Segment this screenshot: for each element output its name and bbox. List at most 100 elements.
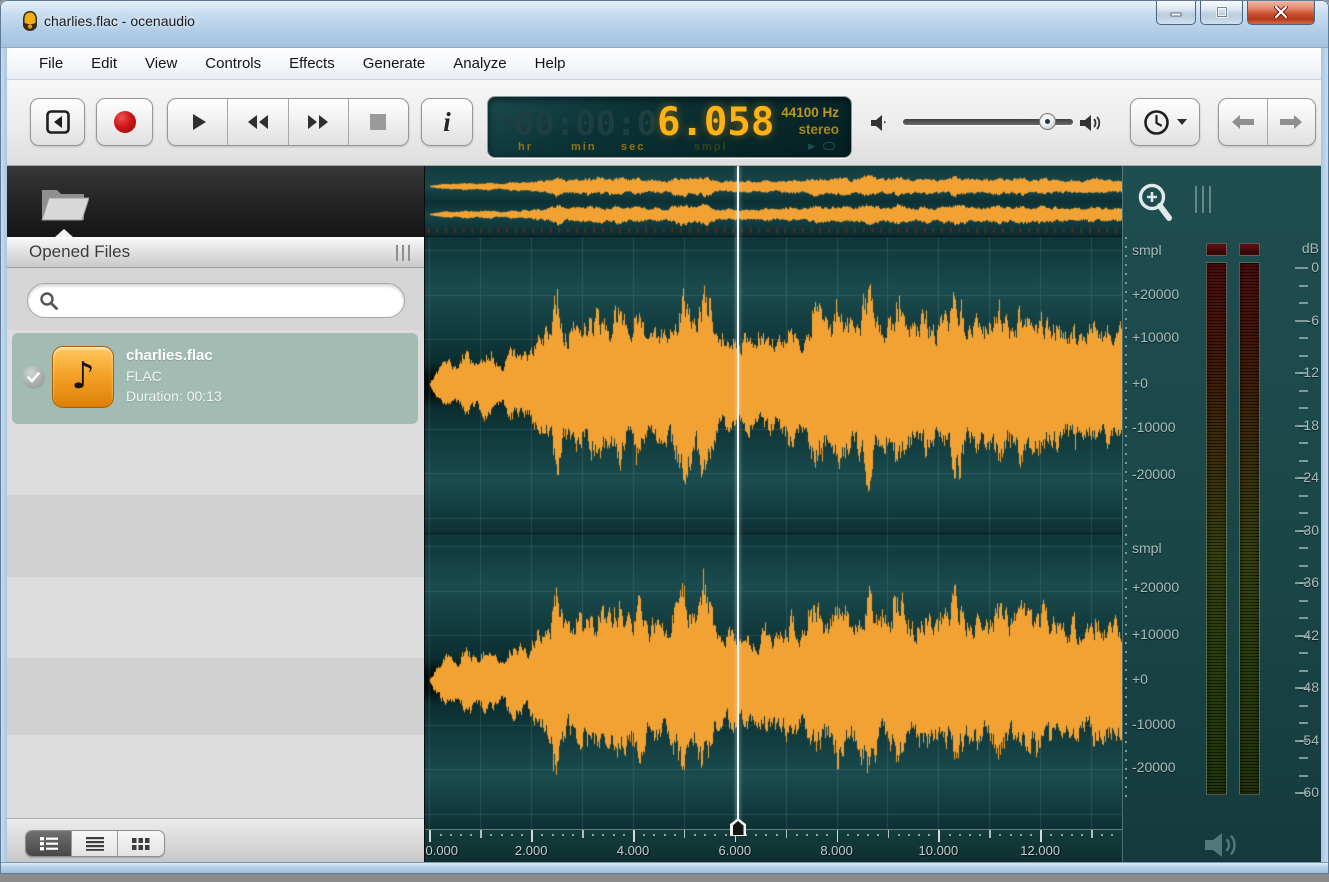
info-icon: i <box>443 107 451 138</box>
db-tick <box>1299 722 1308 724</box>
maximize-button[interactable] <box>1200 0 1243 25</box>
menu-analyze[interactable]: Analyze <box>439 48 520 79</box>
skip-to-start-button[interactable] <box>30 98 85 146</box>
close-button[interactable] <box>1247 0 1315 25</box>
nav-back-button[interactable] <box>1219 99 1268 145</box>
db-label: -6 <box>1281 312 1319 328</box>
volume-slider-knob[interactable] <box>1039 113 1056 130</box>
opened-files-list: ♪ charlies.flac FLAC Duration: 00:13 <box>7 330 424 818</box>
db-tick <box>1299 775 1308 777</box>
db-label: -54 <box>1281 732 1319 748</box>
sidebar-tab-strip <box>7 166 424 237</box>
dropdown-arrow-icon <box>1177 119 1187 125</box>
sidebar: Opened Files ♪ char <box>7 166 425 862</box>
ruler-tick <box>521 834 523 836</box>
ruler-tick <box>765 834 767 836</box>
waveform-main[interactable] <box>425 237 1122 829</box>
menu-file[interactable]: File <box>25 48 77 79</box>
window-border-bottom <box>0 862 1329 874</box>
time-ruler[interactable]: 0.0002.0004.0006.0008.00010.00012.000 <box>425 829 1122 862</box>
file-list-item[interactable]: ♪ charlies.flac FLAC Duration: 00:13 <box>12 333 418 424</box>
window-title: charlies.flac - ocenaudio <box>44 13 195 29</box>
menu-generate[interactable]: Generate <box>349 48 440 79</box>
ruler-tick <box>776 834 778 836</box>
time-dim-digits: 00:00:0 <box>514 104 657 144</box>
view-details-button[interactable] <box>26 831 72 856</box>
zoom-in-icon[interactable] <box>1135 182 1177 226</box>
file-duration: Duration: 00:13 <box>126 388 222 404</box>
ruler-tick <box>725 834 727 836</box>
menu-controls[interactable]: Controls <box>191 48 275 79</box>
menu-help[interactable]: Help <box>521 48 580 79</box>
view-grid-button[interactable] <box>118 831 164 856</box>
ruler-tick <box>888 830 890 838</box>
db-tick <box>1299 705 1308 707</box>
ruler-tick <box>969 834 971 836</box>
folder-icon[interactable] <box>39 182 89 224</box>
minimize-button[interactable] <box>1156 0 1196 25</box>
db-tick <box>1299 302 1308 304</box>
menu-edit[interactable]: Edit <box>77 48 131 79</box>
skip-to-start-icon <box>45 109 71 135</box>
volume-high-icon <box>1078 111 1106 135</box>
time-bright-digits: 6.058 <box>657 100 774 145</box>
window-border-right <box>1321 48 1329 862</box>
grid-view-icon <box>131 837 151 851</box>
fast-forward-icon <box>305 112 331 132</box>
db-tick <box>1299 547 1308 549</box>
record-icon <box>114 111 136 133</box>
monitor-speaker-icon[interactable] <box>1203 830 1247 860</box>
loop-icon <box>823 142 835 150</box>
meter-panel: dB 0-6-12-18-24-30-36-42-48-54-60 smpl+2… <box>1122 166 1321 862</box>
meter-grip-icon[interactable] <box>1195 186 1211 213</box>
amplitude-ruler-ticks <box>1125 237 1127 797</box>
nav-back-icon <box>1230 114 1256 130</box>
stop-button[interactable] <box>349 99 408 145</box>
ruler-tick <box>531 830 533 842</box>
db-tick <box>1299 617 1308 619</box>
ruler-tick <box>1020 834 1022 836</box>
ruler-tick <box>1010 834 1012 836</box>
ruler-tick <box>857 834 859 836</box>
mini-play-icon: ▶ <box>808 141 815 152</box>
ruler-tick <box>918 834 920 836</box>
list-stripe <box>7 658 424 735</box>
nav-forward-button[interactable] <box>1268 99 1316 145</box>
db-tick <box>1299 757 1308 759</box>
sample-rate: 44100 Hz <box>781 104 839 121</box>
level-meter-right <box>1239 262 1260 795</box>
rewind-button[interactable] <box>228 99 288 145</box>
db-label: -12 <box>1281 364 1319 380</box>
info-button[interactable]: i <box>421 98 473 146</box>
ruler-tick <box>1061 834 1063 836</box>
file-format: FLAC <box>126 368 222 384</box>
file-name: charlies.flac <box>126 347 222 364</box>
amplitude-label: +0 <box>1132 375 1148 391</box>
ruler-tick <box>664 834 666 836</box>
panel-grip-icon[interactable] <box>396 245 410 261</box>
stop-icon <box>368 112 388 132</box>
waveform-overview[interactable] <box>425 166 1122 237</box>
play-button[interactable] <box>168 99 228 145</box>
ruler-tick <box>592 834 594 836</box>
ruler-tick <box>714 834 716 836</box>
amplitude-label: +10000 <box>1132 626 1179 642</box>
audio-file-icon: ♪ <box>52 346 114 408</box>
menu-view[interactable]: View <box>131 48 191 79</box>
title-bar[interactable]: charlies.flac - ocenaudio <box>0 0 1329 48</box>
menu-effects[interactable]: Effects <box>275 48 349 79</box>
unit-hr: hr <box>518 141 533 153</box>
ruler-tick <box>959 834 961 836</box>
ruler-tick <box>816 834 818 836</box>
record-button[interactable] <box>96 98 153 146</box>
fast-forward-button[interactable] <box>289 99 349 145</box>
ruler-tick <box>633 830 635 842</box>
check-icon <box>27 372 40 383</box>
ruler-tick <box>1101 834 1103 836</box>
nav-forward-icon <box>1278 114 1304 130</box>
time-format-button[interactable] <box>1130 98 1200 146</box>
view-list-button[interactable] <box>72 831 118 856</box>
ruler-tick <box>877 834 879 836</box>
ruler-tick <box>450 834 452 836</box>
search-input[interactable] <box>27 283 405 318</box>
